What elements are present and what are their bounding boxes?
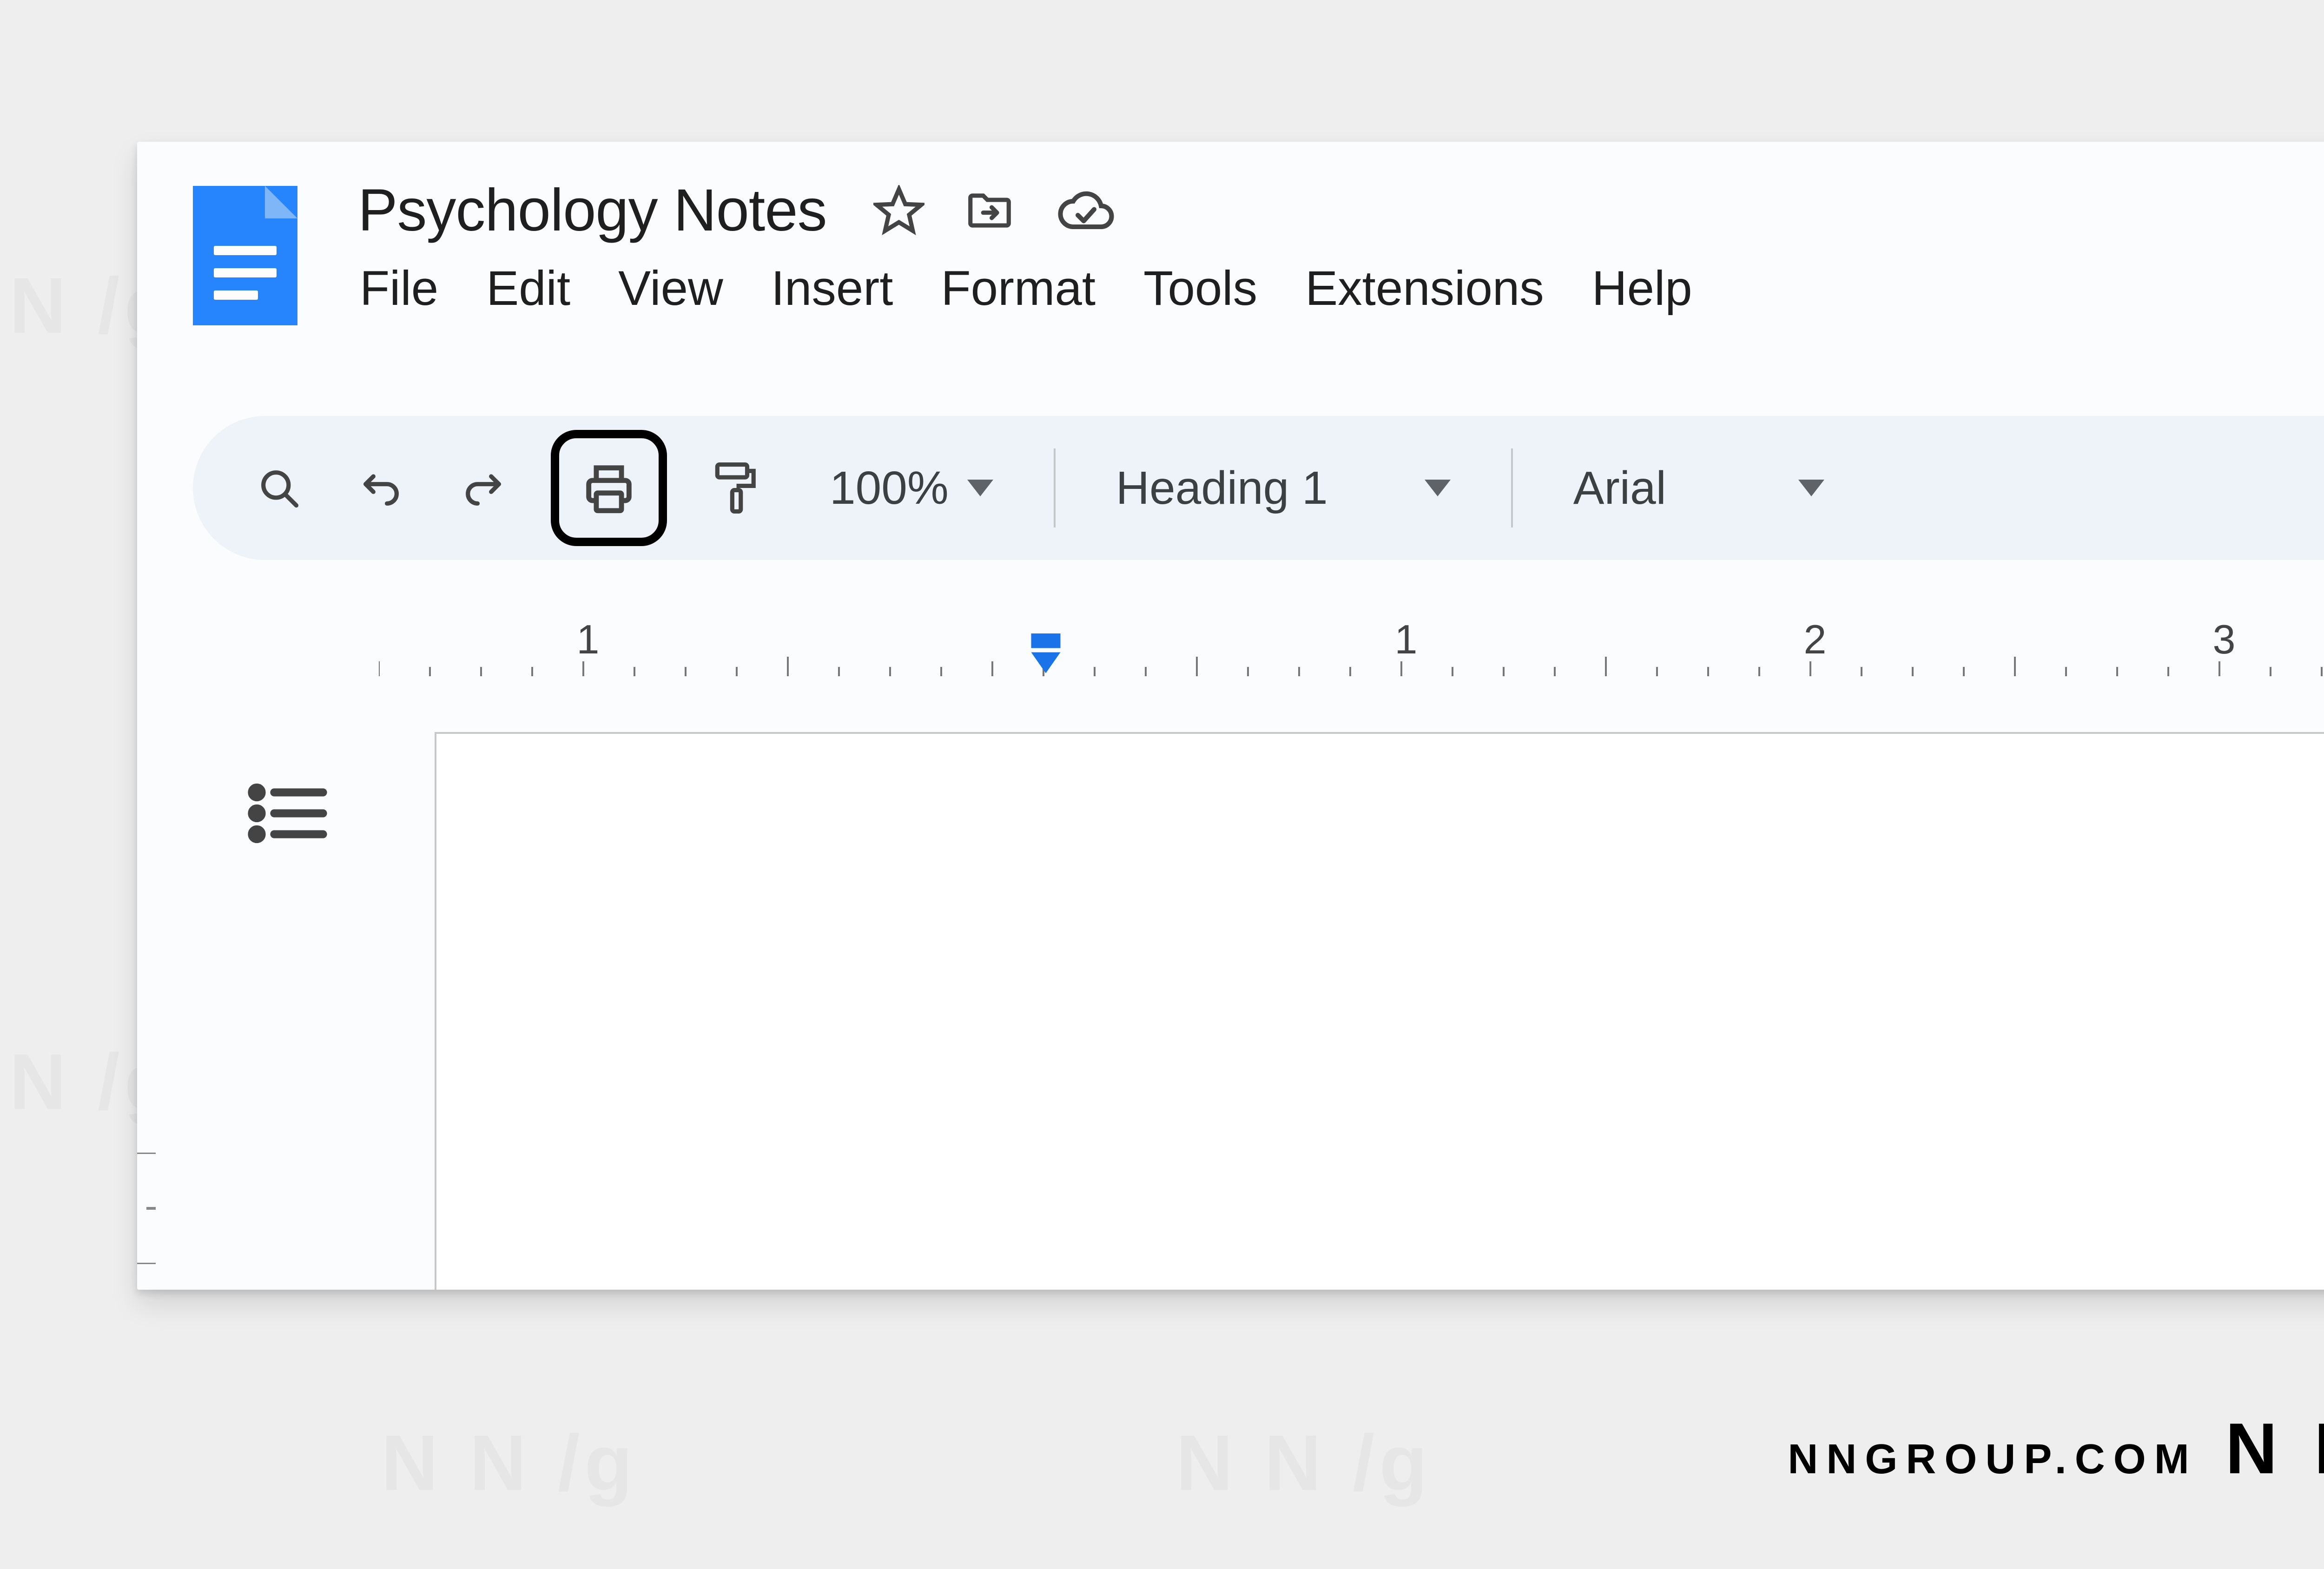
print-button[interactable] xyxy=(551,430,667,546)
docs-app-icon[interactable] xyxy=(193,186,297,325)
attribution-logo: N N/g xyxy=(2225,1407,2324,1490)
menu-tools[interactable]: Tools xyxy=(1142,261,1259,316)
docs-app-icon-lines xyxy=(214,246,277,300)
ruler-label: 2 xyxy=(1804,616,1827,663)
vertical-ruler-tab[interactable] xyxy=(137,1153,156,1264)
title-and-menu-column: Psychology Notes xyxy=(358,176,1694,316)
document-status-icons xyxy=(873,185,1115,236)
title-row: Psychology Notes xyxy=(358,176,1694,244)
paragraph-style-dropdown[interactable]: Heading 1 xyxy=(1102,461,1465,515)
toolbar-separator xyxy=(1511,448,1513,527)
menu-format[interactable]: Format xyxy=(939,261,1097,316)
paint-format-button[interactable] xyxy=(700,453,769,523)
attribution-logo-nn: N N xyxy=(2225,1408,2324,1489)
menu-extensions[interactable]: Extensions xyxy=(1303,261,1546,316)
app-window: Psychology Notes xyxy=(137,142,2324,1290)
document-page[interactable] xyxy=(435,732,2324,1290)
ruler-ticks xyxy=(379,620,2324,676)
indent-marker[interactable] xyxy=(1025,633,1067,678)
toolbar-separator xyxy=(1054,448,1056,527)
toolbar: 100% Heading 1 Arial xyxy=(193,416,2324,560)
document-title[interactable]: Psychology Notes xyxy=(358,176,827,244)
caret-down-icon xyxy=(1425,480,1451,496)
watermark-text: N N /g xyxy=(381,1417,637,1509)
ruler-label: 3 xyxy=(2213,616,2236,663)
menu-file[interactable]: File xyxy=(358,261,440,316)
watermark-text: N N /g xyxy=(1176,1417,1432,1509)
caret-down-icon xyxy=(1798,480,1824,496)
paragraph-style-value: Heading 1 xyxy=(1116,461,1328,515)
undo-button[interactable] xyxy=(346,453,416,523)
attribution-url: NNGROUP.COM xyxy=(1788,1436,2197,1483)
menu-view[interactable]: View xyxy=(616,261,725,316)
menu-help[interactable]: Help xyxy=(1590,261,1694,316)
ruler[interactable]: 1 1 2 3 xyxy=(379,620,2324,676)
ruler-label: 1 xyxy=(1395,616,1418,663)
caret-down-icon xyxy=(967,480,993,496)
menu-edit[interactable]: Edit xyxy=(484,261,572,316)
star-icon[interactable] xyxy=(873,185,924,236)
zoom-dropdown[interactable]: 100% xyxy=(816,461,1007,515)
header: Psychology Notes xyxy=(193,181,2324,302)
font-value: Arial xyxy=(1573,461,1666,515)
ruler-label: 1 xyxy=(577,616,600,663)
menu-bar: File Edit View Insert Format Tools Exten… xyxy=(358,261,1694,316)
move-folder-icon[interactable] xyxy=(962,185,1017,236)
zoom-value: 100% xyxy=(830,461,949,515)
search-button[interactable] xyxy=(244,453,314,523)
redo-button[interactable] xyxy=(449,453,518,523)
attribution: NNGROUP.COM N N/g xyxy=(1788,1407,2324,1490)
menu-insert[interactable]: Insert xyxy=(769,261,895,316)
editor-area xyxy=(137,681,2324,1290)
cloud-saved-icon[interactable] xyxy=(1055,185,1115,236)
document-outline-button[interactable] xyxy=(244,778,332,848)
font-dropdown[interactable]: Arial xyxy=(1559,461,1838,515)
